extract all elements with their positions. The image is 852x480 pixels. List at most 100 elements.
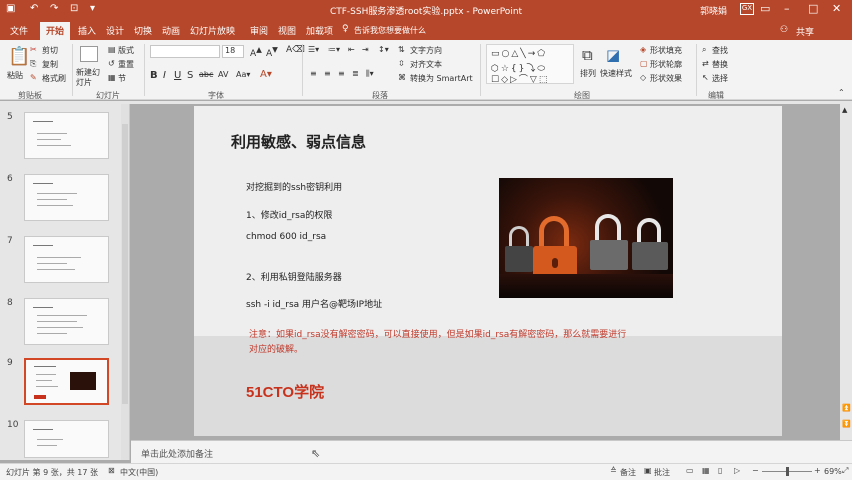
- notes-placeholder[interactable]: 单击此处添加备注: [141, 447, 213, 460]
- arrange-icon[interactable]: ⧉: [582, 46, 593, 64]
- format-painter-button[interactable]: 格式刷: [42, 73, 66, 84]
- slide-text-line[interactable]: chmod 600 id_rsa: [246, 232, 326, 242]
- fit-to-window-icon[interactable]: ⤢: [842, 466, 848, 476]
- slideshow-icon[interactable]: ▷: [734, 466, 740, 475]
- notes-pane[interactable]: 单击此处添加备注 ⇖: [131, 440, 852, 463]
- tab-design[interactable]: 设计: [106, 24, 124, 37]
- grow-font-icon[interactable]: A▲: [250, 45, 262, 59]
- language-indicator[interactable]: 中文(中国): [120, 467, 158, 478]
- shape-outline-button[interactable]: 形状轮廓: [650, 59, 682, 70]
- format-painter-icon[interactable]: ✎: [30, 73, 37, 82]
- quick-styles-button[interactable]: 快速样式: [600, 68, 632, 79]
- arrange-button[interactable]: 排列: [580, 68, 596, 79]
- prev-slide-icon[interactable]: ⏫: [842, 404, 851, 412]
- slide-thumbnail-5[interactable]: [24, 112, 109, 159]
- zoom-in-icon[interactable]: +: [814, 466, 821, 475]
- strikethrough-icon[interactable]: abc: [199, 70, 213, 79]
- close-icon[interactable]: ✕: [832, 2, 841, 15]
- select-icon[interactable]: ↖: [702, 73, 709, 82]
- slide-thumbnail-6[interactable]: [24, 174, 109, 221]
- scroll-up-icon[interactable]: ▲: [842, 106, 847, 114]
- align-right-icon[interactable]: ≡: [338, 69, 345, 78]
- comments-icon[interactable]: ▣: [644, 466, 652, 475]
- font-color-icon[interactable]: A▾: [260, 69, 272, 80]
- char-spacing-icon[interactable]: AV: [218, 70, 228, 79]
- replace-icon[interactable]: ⇄: [702, 59, 709, 68]
- find-button[interactable]: 查找: [712, 45, 728, 56]
- tab-addins[interactable]: 加载项: [306, 24, 333, 37]
- quick-styles-icon[interactable]: ◪: [606, 46, 620, 64]
- align-left-icon[interactable]: ≡: [310, 69, 317, 78]
- notes-icon[interactable]: ≙: [610, 466, 617, 475]
- font-name-box[interactable]: [150, 45, 220, 58]
- slide-sorter-icon[interactable]: ▦: [702, 466, 710, 475]
- line-spacing-icon[interactable]: ↕▾: [378, 45, 389, 54]
- tab-review[interactable]: 审阅: [250, 24, 268, 37]
- underline-icon[interactable]: U: [174, 70, 181, 81]
- zoom-out-icon[interactable]: −: [752, 466, 759, 475]
- section-button[interactable]: 节: [118, 73, 126, 84]
- shape-effects-button[interactable]: 形状效果: [650, 73, 682, 84]
- slide-thumbnail-9[interactable]: [24, 358, 109, 405]
- tab-file[interactable]: 文件: [10, 24, 28, 37]
- share-icon[interactable]: ⚇: [780, 25, 788, 35]
- user-name[interactable]: 郭晓娟: [700, 4, 727, 17]
- paste-button[interactable]: 粘贴: [7, 70, 23, 81]
- tab-animations[interactable]: 动画: [162, 24, 180, 37]
- tell-me-search[interactable]: 告诉我您想要做什么: [354, 25, 426, 36]
- slide-thumbnail-10[interactable]: [24, 420, 109, 458]
- zoom-slider-thumb[interactable]: [786, 467, 789, 476]
- slide-thumbnail-8[interactable]: [24, 298, 109, 345]
- maximize-icon[interactable]: □: [808, 2, 818, 15]
- new-slide-icon[interactable]: [80, 46, 98, 62]
- notes-toggle[interactable]: 备注: [620, 467, 636, 478]
- shape-fill-icon[interactable]: ◈: [640, 45, 646, 54]
- justify-icon[interactable]: ≣: [352, 69, 359, 78]
- layout-icon[interactable]: ▤: [108, 45, 116, 54]
- padlock-image[interactable]: [499, 178, 673, 298]
- shadow-icon[interactable]: S: [187, 70, 193, 81]
- decrease-indent-icon[interactable]: ⇤: [348, 45, 355, 54]
- font-size-box[interactable]: 18: [222, 45, 244, 58]
- shape-outline-icon[interactable]: ▢: [640, 59, 648, 68]
- shape-fill-button[interactable]: 形状填充: [650, 45, 682, 56]
- copy-icon[interactable]: ⎘: [30, 59, 36, 69]
- slide-text-line[interactable]: ssh -i id_rsa 用户名@靶场IP地址: [246, 297, 382, 310]
- increase-indent-icon[interactable]: ⇥: [362, 45, 369, 54]
- thumbnail-scrollbar[interactable]: [121, 104, 129, 460]
- ribbon-options-icon[interactable]: ▭: [760, 2, 770, 15]
- find-icon[interactable]: ⌕: [702, 45, 706, 55]
- slide-text-line[interactable]: 2、利用私钥登陆服务器: [246, 270, 342, 283]
- copy-button[interactable]: 复制: [42, 59, 58, 70]
- select-button[interactable]: 选择: [712, 73, 728, 84]
- layout-button[interactable]: 版式: [118, 45, 134, 56]
- align-center-icon[interactable]: ≡: [324, 69, 331, 78]
- slide-note-text[interactable]: 注意：如果id_rsa没有解密密码，可以直接使用，但是如果id_rsa有解密密码…: [249, 327, 626, 340]
- share-button[interactable]: 共享: [796, 25, 814, 38]
- bullets-icon[interactable]: ☰▾: [308, 45, 319, 54]
- proofing-icon[interactable]: ⊠: [108, 466, 115, 475]
- reset-button[interactable]: 重置: [118, 59, 134, 70]
- align-text-icon[interactable]: ⇳: [398, 59, 405, 68]
- bold-icon[interactable]: B: [150, 70, 158, 81]
- slide-text-line[interactable]: 1、修改id_rsa的权限: [246, 208, 332, 221]
- normal-view-icon[interactable]: ▭: [686, 466, 694, 475]
- slide-title[interactable]: 利用敏感、弱点信息: [231, 131, 366, 152]
- cut-button[interactable]: 剪切: [42, 45, 58, 56]
- text-direction-button[interactable]: 文字方向: [410, 45, 442, 56]
- paste-icon[interactable]: 📋: [8, 46, 30, 67]
- slide-note-text[interactable]: 对应的破解。: [249, 342, 303, 355]
- slide-text-line[interactable]: 对挖掘到的ssh密钥利用: [246, 180, 342, 193]
- change-case-icon[interactable]: Aa▾: [236, 70, 250, 79]
- zoom-level[interactable]: 69%: [824, 467, 842, 476]
- smartart-icon[interactable]: ⌘: [398, 73, 406, 82]
- minimize-icon[interactable]: –: [784, 2, 790, 15]
- slide-thumbnail-7[interactable]: [24, 236, 109, 283]
- tab-transitions[interactable]: 切换: [134, 24, 152, 37]
- shrink-font-icon[interactable]: A▼: [266, 45, 278, 59]
- tab-insert[interactable]: 插入: [78, 24, 96, 37]
- account-avatar[interactable]: GX: [740, 3, 754, 15]
- shapes-gallery[interactable]: ▭○△╲→⬠ ⬡☆{}⤵⬭ ☐◇▷⌒▽⬚: [486, 44, 574, 85]
- numbering-icon[interactable]: ≔▾: [328, 45, 340, 54]
- tab-slideshow[interactable]: 幻灯片放映: [190, 24, 235, 37]
